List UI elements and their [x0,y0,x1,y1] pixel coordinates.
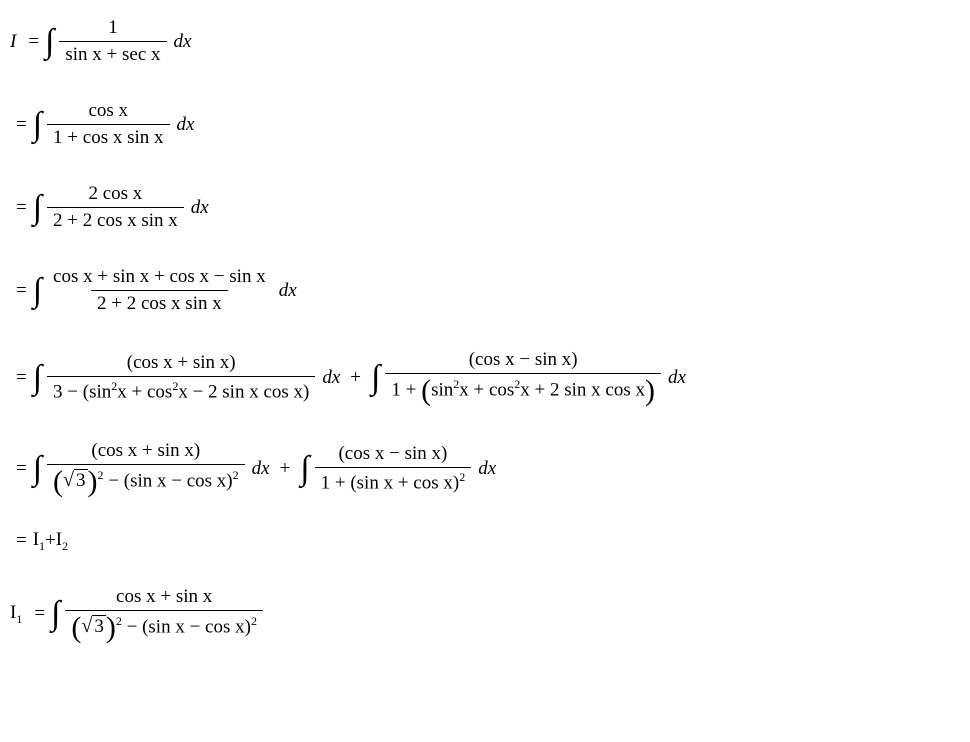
integral-icon: ∫ [33,361,42,395]
equation-line-5: = ∫ (cos x + sin x) 3 − (sin2x + cos2x −… [10,347,960,408]
numerator: (cos x − sin x) [332,441,453,467]
denominator: 3 − (sin2x + cos2x − 2 sin x cos x) [47,376,315,405]
denominator: 1 + cos x sin x [47,124,169,151]
numerator: cos x + sin x [110,584,218,610]
dx: dx [174,31,192,53]
numerator: cos x [82,98,134,124]
fraction: 1 sin x + sec x [59,15,166,68]
numerator: cos x + sin x + cos x − sin x [47,264,272,290]
equals: = [16,458,27,480]
fraction-b: (cos x − sin x) 1 + (sin2x + cos2x + 2 s… [385,347,661,408]
numerator: (cos x + sin x) [121,350,242,376]
plus: + [45,530,56,552]
denominator: 1 + (sin2x + cos2x + 2 sin x cos x) [385,373,661,408]
integral-icon: ∫ [33,452,42,486]
denominator: 2 + 2 cos x sin x [91,290,228,317]
integral-icon: ∫ [33,274,42,308]
dx: dx [322,367,340,389]
equation-line-7: = I1 + I2 [10,529,960,554]
equals: = [16,280,27,302]
integral-icon: ∫ [51,597,60,631]
equation-line-8: I1 = ∫ cos x + sin x (√3)2 − (sin x − co… [10,584,960,645]
dx: dx [478,458,496,480]
equals: = [34,603,45,625]
plus: + [280,458,291,480]
fraction: cos x + sin x + cos x − sin x 2 + 2 cos … [47,264,272,317]
lhs: I [10,31,16,53]
denominator: 1 + (sin x + cos x)2 [315,467,472,496]
sqrt-icon: √3 [63,469,87,492]
dx: dx [668,367,686,389]
fraction-b: (cos x − sin x) 1 + (sin x + cos x)2 [315,441,472,496]
equation-line-1: I = ∫ 1 sin x + sec x dx [10,15,960,68]
integral-icon: ∫ [300,452,309,486]
equation-line-4: = ∫ cos x + sin x + cos x − sin x 2 + 2 … [10,264,960,317]
equation-line-6: = ∫ (cos x + sin x) (√3)2 − (sin x − cos… [10,438,960,499]
equation-line-2: = ∫ cos x 1 + cos x sin x dx [10,98,960,151]
sqrt-icon: √3 [81,615,105,638]
equals: = [16,367,27,389]
integral-icon: ∫ [371,361,380,395]
dx: dx [279,280,297,302]
integral-icon: ∫ [33,108,42,142]
equals: = [16,530,27,552]
numerator: (cos x + sin x) [85,438,206,464]
equation-line-3: = ∫ 2 cos x 2 + 2 cos x sin x dx [10,181,960,234]
denominator: sin x + sec x [59,41,166,68]
denominator: (√3)2 − (sin x − cos x)2 [47,464,245,499]
i1: I1 [33,529,45,554]
equals: = [16,114,27,136]
lhs: I1 [10,602,22,627]
fraction-a: (cos x + sin x) (√3)2 − (sin x − cos x)2 [47,438,245,499]
equals: = [28,31,39,53]
dx: dx [252,458,270,480]
integral-icon: ∫ [45,25,54,59]
fraction: cos x + sin x (√3)2 − (sin x − cos x)2 [65,584,263,645]
denominator: 2 + 2 cos x sin x [47,207,184,234]
i2: I2 [56,529,68,554]
equals: = [16,197,27,219]
dx: dx [177,114,195,136]
plus: + [350,367,361,389]
dx: dx [191,197,209,219]
fraction: cos x 1 + cos x sin x [47,98,169,151]
fraction-a: (cos x + sin x) 3 − (sin2x + cos2x − 2 s… [47,350,315,405]
numerator: 1 [102,15,124,41]
numerator: 2 cos x [82,181,148,207]
integral-icon: ∫ [33,191,42,225]
numerator: (cos x − sin x) [463,347,584,373]
fraction: 2 cos x 2 + 2 cos x sin x [47,181,184,234]
denominator: (√3)2 − (sin x − cos x)2 [65,610,263,645]
